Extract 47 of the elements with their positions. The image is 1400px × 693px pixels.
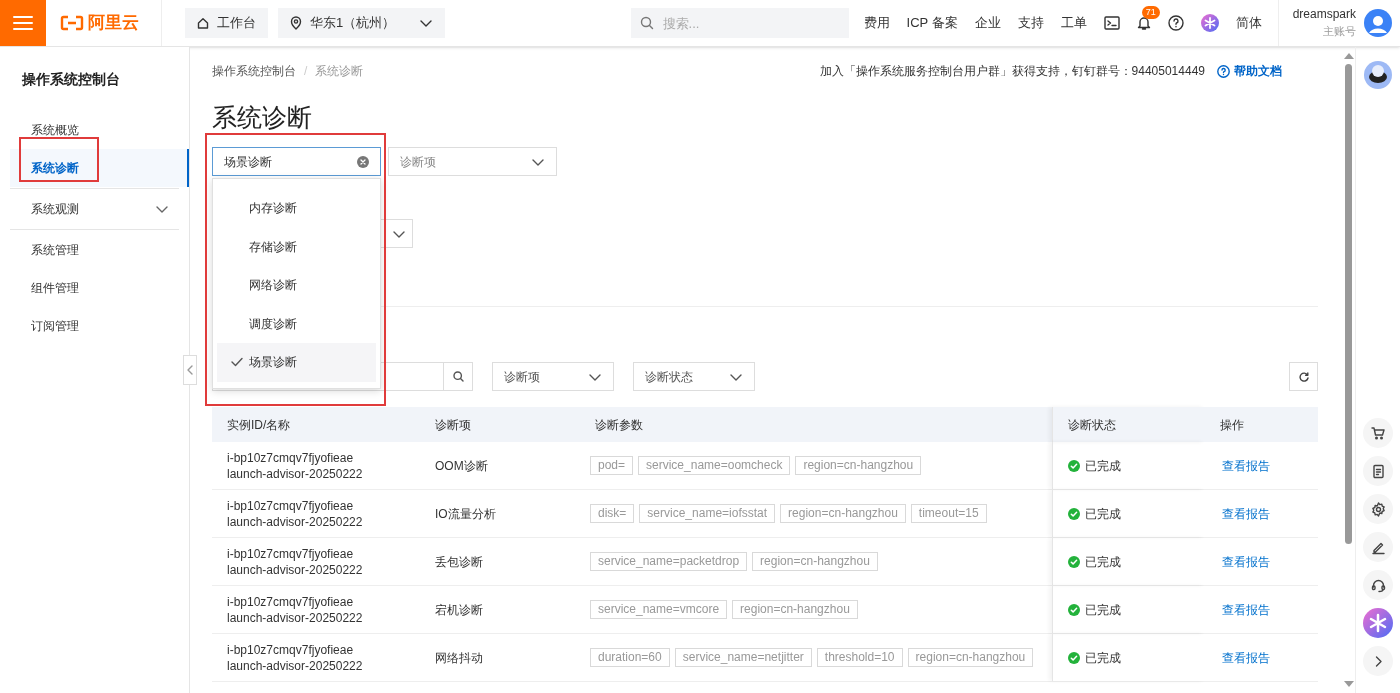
- column-header: 操作: [1220, 416, 1244, 434]
- parameter-tag: region=cn-hangzhou: [795, 456, 922, 475]
- table-cell: 宕机诊断: [435, 602, 483, 617]
- table-cell: IO流量分析: [435, 506, 496, 521]
- table-cell: 网络抖动: [435, 650, 483, 665]
- instance-name: launch-advisor-20250222: [227, 657, 364, 674]
- instance-name: launch-advisor-20250222: [227, 561, 364, 578]
- status-text: 已完成: [1085, 553, 1121, 571]
- account-role: 主账号: [1323, 24, 1356, 39]
- parameter-tag: region=cn-hangzhou: [907, 648, 1034, 667]
- instance-name: launch-advisor-20250222: [227, 465, 364, 482]
- support-notice: 加入「操作系统服务控制台用户群」获得支持，钉钉群号：94405014449: [819, 63, 1205, 80]
- instance-name: launch-advisor-20250222: [227, 513, 364, 530]
- status-text: 已完成: [1085, 457, 1121, 475]
- parameter-tag: timeout=15: [910, 504, 987, 523]
- parameter-tag: service_name=packetdrop: [590, 552, 748, 571]
- page-title: 系统诊断: [212, 102, 313, 132]
- parameter-tag: region=cn-hangzhou: [780, 504, 906, 523]
- column-header: 诊断参数: [595, 416, 643, 434]
- parameter-tag: service_name=oomcheck: [638, 456, 791, 475]
- column-header: 实例ID/名称: [227, 416, 291, 434]
- status-text: 已完成: [1085, 601, 1121, 619]
- sidebar-title: 操作系统控制台: [21, 70, 121, 89]
- instance-name: launch-advisor-20250222: [227, 609, 364, 626]
- instance-id: i-bp10z7cmqv7fjyofieae: [227, 449, 355, 466]
- parameter-tag: pod=: [590, 456, 634, 475]
- status-text: 已完成: [1085, 505, 1121, 523]
- column-header: 诊断项: [435, 416, 471, 434]
- table-cell: 丢包诊断: [435, 554, 483, 569]
- instance-id: i-bp10z7cmqv7fjyofieae: [227, 593, 355, 610]
- instance-id: i-bp10z7cmqv7fjyofieae: [227, 545, 355, 562]
- logo-text: 阿里云: [88, 12, 139, 35]
- instance-id: i-bp10z7cmqv7fjyofieae: [227, 641, 355, 658]
- instance-id: i-bp10z7cmqv7fjyofieae: [227, 497, 355, 514]
- parameter-tag: disk=: [590, 504, 635, 523]
- status-text: 已完成: [1085, 649, 1121, 667]
- breadcrumb-separator: /: [304, 63, 308, 80]
- parameter-tag: region=cn-hangzhou: [752, 552, 878, 571]
- parameter-tag: region=cn-hangzhou: [732, 600, 858, 619]
- table-cell: OOM诊断: [435, 458, 488, 473]
- column-header: 诊断状态: [1068, 416, 1116, 434]
- parameter-tag: service_name=iofsstat: [639, 504, 776, 523]
- parameter-tag: service_name=netjitter: [674, 648, 812, 667]
- parameter-tag: threshold=10: [816, 648, 903, 667]
- parameter-tag: duration=60: [590, 648, 670, 667]
- parameter-tag: service_name=vmcore: [590, 600, 728, 619]
- notification-count: 71: [1141, 6, 1160, 19]
